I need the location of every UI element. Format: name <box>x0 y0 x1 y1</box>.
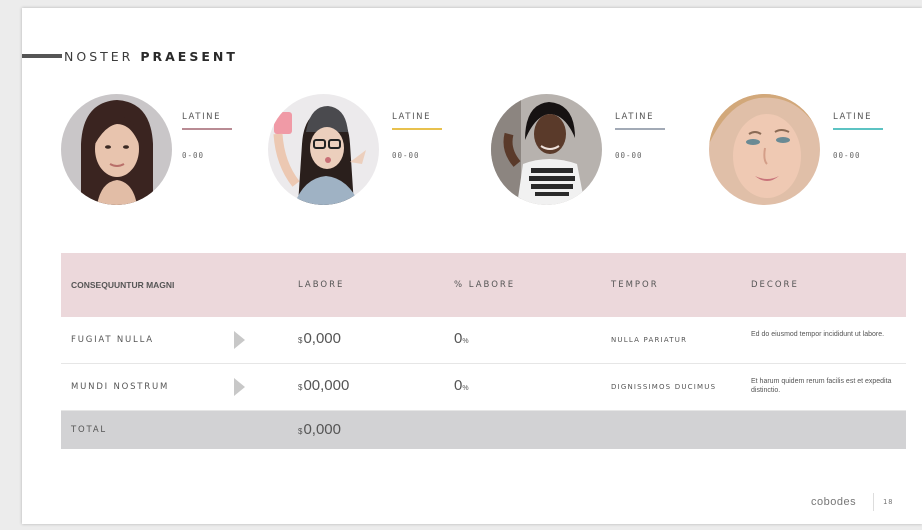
table-total-row: TOTAL $0,000 <box>61 411 906 449</box>
column-header: LABORE <box>298 280 345 290</box>
table-header: CONSEQUUNTUR MAGNI LABORE % LABORE TEMPO… <box>61 253 906 317</box>
footer-divider <box>873 493 874 511</box>
table-row: MUNDI NOSTRUM $00,000 0% DIGNISSIMOS DUC… <box>61 364 906 411</box>
person-label: LATINE <box>392 112 432 122</box>
brand-logo: cobodes <box>811 496 857 508</box>
row-percent: 0% <box>454 377 469 394</box>
play-arrow-icon <box>234 378 245 396</box>
row-amount: $0,000 <box>298 330 341 347</box>
row-name: MUNDI NOSTRUM <box>71 382 170 392</box>
person-value: 00-00 <box>833 151 861 160</box>
person-accent-bar <box>833 128 883 130</box>
row-percent: 0% <box>454 330 469 347</box>
row-name: FUGIAT NULLA <box>71 335 154 345</box>
table-row: FUGIAT NULLA $0,000 0% NULLA PARIATUR Ed… <box>61 317 906 364</box>
person-value: 00-00 <box>392 151 420 160</box>
data-table: CONSEQUUNTUR MAGNI LABORE % LABORE TEMPO… <box>61 253 906 449</box>
person-card-4: LATINE 00-00 <box>709 94 922 206</box>
title-bold: PRAESENT <box>140 48 238 64</box>
column-header: CONSEQUUNTUR MAGNI <box>71 280 175 290</box>
person-value: 0-00 <box>182 151 205 160</box>
person-label: LATINE <box>182 112 222 122</box>
person-card-2: LATINE 00-00 <box>268 94 488 206</box>
slide-page: NOSTER PRAESENT LATINE 0-00 LATINE 00-00… <box>22 8 922 524</box>
title-accent-bar <box>22 54 62 58</box>
total-label: TOTAL <box>71 425 107 435</box>
avatar <box>268 94 379 205</box>
column-header: DECORE <box>751 280 799 290</box>
avatar <box>491 94 602 205</box>
person-value: 00-00 <box>615 151 643 160</box>
column-header: % LABORE <box>454 280 516 290</box>
person-accent-bar <box>615 128 665 130</box>
person-card-3: LATINE 00-00 <box>491 94 711 206</box>
play-arrow-icon <box>234 331 245 349</box>
row-decore: Ed do eiusmod tempor incididunt ut labor… <box>751 331 885 338</box>
title-light: NOSTER <box>64 48 134 64</box>
page-number: 18 <box>883 498 894 506</box>
total-amount: $0,000 <box>298 421 341 438</box>
row-tempor: NULLA PARIATUR <box>611 336 688 344</box>
person-accent-bar <box>392 128 442 130</box>
person-label: LATINE <box>833 112 873 122</box>
column-header: TEMPOR <box>611 280 659 290</box>
person-accent-bar <box>182 128 232 130</box>
row-amount: $00,000 <box>298 377 350 394</box>
person-label: LATINE <box>615 112 655 122</box>
row-tempor: DIGNISSIMOS DUCIMUS <box>611 383 717 391</box>
row-decore: Et harum quidem rerum facilis est et exp… <box>751 378 892 394</box>
person-card-1: LATINE 0-00 <box>61 94 281 206</box>
avatar <box>709 94 820 205</box>
avatar <box>61 94 172 205</box>
page-title: NOSTER PRAESENT <box>22 48 238 64</box>
